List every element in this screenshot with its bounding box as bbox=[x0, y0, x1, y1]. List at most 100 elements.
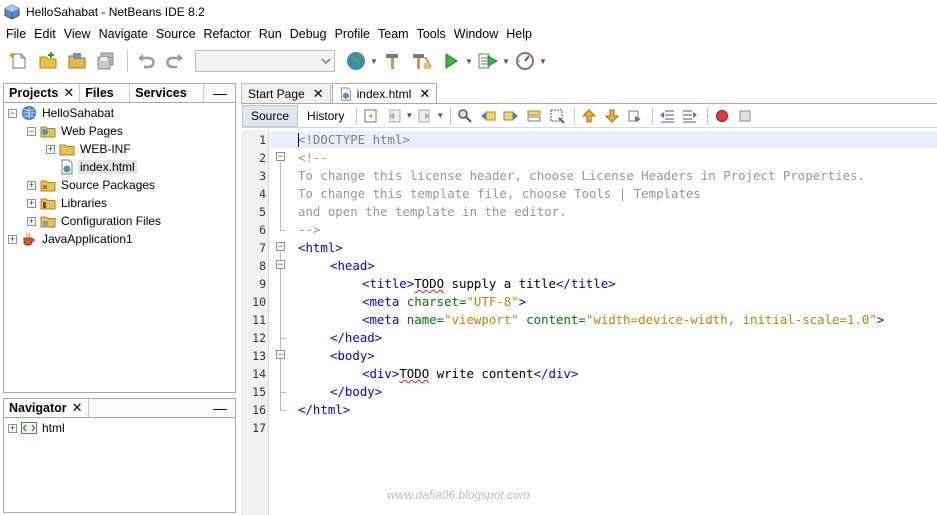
tree-node-javaapplication1[interactable]: + JavaApplication1 bbox=[4, 230, 235, 248]
expand-icon[interactable]: + bbox=[27, 180, 36, 190]
tab-files-label: Files bbox=[85, 86, 114, 100]
rectangular-selection-button[interactable] bbox=[547, 106, 567, 126]
menu-help[interactable]: Help bbox=[502, 24, 536, 44]
tree-node-index-html[interactable]: index.html bbox=[4, 158, 235, 176]
library-folder-icon bbox=[40, 198, 56, 210]
fold-collapse-icon[interactable]: − bbox=[276, 260, 285, 269]
stop-icon bbox=[739, 110, 751, 121]
forward-dropdown-icon[interactable]: ▼ bbox=[436, 111, 444, 120]
menu-source[interactable]: Source bbox=[152, 24, 200, 44]
stop-macro-recording-button[interactable] bbox=[735, 106, 755, 126]
navigator-node-html[interactable]: + html bbox=[4, 419, 235, 437]
shift-right-button[interactable] bbox=[680, 106, 700, 126]
minimize-button[interactable]: — bbox=[205, 399, 235, 417]
tag-token: </title> bbox=[555, 276, 616, 291]
todo-token: TODO bbox=[399, 366, 430, 381]
source-view-button[interactable]: Source bbox=[242, 104, 299, 127]
debug-dropdown-icon[interactable]: ▼ bbox=[502, 57, 510, 66]
collapse-icon[interactable]: − bbox=[27, 126, 36, 136]
window-title: HelloSahabat - NetBeans IDE 8.2 bbox=[26, 5, 205, 19]
save-all-icon bbox=[97, 52, 114, 70]
code-line-8: <head> bbox=[330, 258, 375, 273]
menu-navigate[interactable]: Navigate bbox=[95, 24, 152, 44]
fold-guide bbox=[280, 162, 281, 230]
back-button[interactable] bbox=[384, 106, 404, 126]
browser-button[interactable] bbox=[343, 48, 369, 74]
menu-refactor[interactable]: Refactor bbox=[200, 24, 255, 44]
tree-node-libraries[interactable]: + Libraries bbox=[4, 194, 235, 212]
menu-run[interactable]: Run bbox=[255, 24, 286, 44]
fold-collapse-icon[interactable]: − bbox=[276, 350, 285, 359]
tree-node-source-packages[interactable]: + Source Packages bbox=[4, 176, 235, 194]
line-number: 14 bbox=[252, 367, 266, 381]
tree-node-web-inf[interactable]: + WEB-INF bbox=[4, 140, 235, 158]
line-number: 6 bbox=[259, 223, 266, 237]
tab-index-html[interactable]: index.html ✕ bbox=[331, 83, 438, 103]
expand-icon[interactable]: + bbox=[8, 423, 17, 433]
debug-button[interactable] bbox=[475, 48, 501, 74]
find-selection-button[interactable] bbox=[455, 106, 475, 126]
tree-label: JavaApplication1 bbox=[42, 232, 133, 246]
menu-debug[interactable]: Debug bbox=[286, 24, 331, 44]
build-button[interactable] bbox=[380, 48, 406, 74]
tab-services[interactable]: Services bbox=[130, 84, 205, 102]
menu-file[interactable]: File bbox=[2, 24, 30, 44]
clean-build-button[interactable] bbox=[409, 48, 435, 74]
browser-dropdown-icon[interactable]: ▼ bbox=[370, 57, 378, 66]
tab-navigator[interactable]: Navigator ✕ bbox=[4, 399, 89, 417]
fold-collapse-icon[interactable]: − bbox=[276, 242, 285, 251]
tree-node-configuration-files[interactable]: + Configuration Files bbox=[4, 212, 235, 230]
expand-icon[interactable]: + bbox=[27, 198, 36, 208]
expand-icon[interactable]: + bbox=[46, 144, 55, 154]
new-file-button[interactable] bbox=[6, 48, 32, 74]
menu-tools[interactable]: Tools bbox=[413, 24, 450, 44]
new-project-button[interactable] bbox=[35, 48, 61, 74]
collapse-icon[interactable]: − bbox=[8, 108, 17, 118]
toggle-bookmark-button[interactable] bbox=[625, 106, 645, 126]
last-edit-button[interactable] bbox=[361, 106, 381, 126]
forward-button[interactable] bbox=[415, 106, 435, 126]
configuration-combo[interactable] bbox=[195, 50, 335, 72]
back-dropdown-icon[interactable]: ▼ bbox=[405, 111, 413, 120]
tab-projects[interactable]: Projects ✕ bbox=[4, 84, 81, 102]
close-icon[interactable]: ✕ bbox=[72, 400, 83, 416]
profile-button[interactable] bbox=[512, 48, 538, 74]
tab-start-page[interactable]: Start Page ✕ bbox=[241, 83, 331, 103]
previous-bookmark-button[interactable] bbox=[579, 106, 599, 126]
minimize-button[interactable]: — bbox=[205, 84, 235, 102]
find-previous-icon bbox=[481, 111, 496, 120]
open-project-button[interactable] bbox=[64, 48, 90, 74]
shift-left-button[interactable] bbox=[657, 106, 677, 126]
redo-button[interactable] bbox=[162, 48, 188, 74]
find-next-button[interactable] bbox=[501, 106, 521, 126]
history-view-button[interactable]: History bbox=[299, 105, 352, 127]
menu-view[interactable]: View bbox=[60, 24, 95, 44]
close-icon[interactable]: ✕ bbox=[63, 85, 74, 101]
find-previous-button[interactable] bbox=[478, 106, 498, 126]
html-file-icon bbox=[61, 159, 73, 175]
tree-node-web-pages[interactable]: − Web Pages bbox=[4, 122, 235, 140]
menu-window[interactable]: Window bbox=[450, 24, 502, 44]
close-icon[interactable]: ✕ bbox=[313, 86, 324, 102]
line-number: 12 bbox=[252, 331, 266, 345]
navigator-tree: + html bbox=[4, 418, 235, 437]
start-macro-recording-button[interactable] bbox=[712, 106, 732, 126]
next-bookmark-button[interactable] bbox=[602, 106, 622, 126]
menu-team[interactable]: Team bbox=[374, 24, 413, 44]
save-all-button[interactable] bbox=[93, 48, 119, 74]
run-dropdown-icon[interactable]: ▼ bbox=[465, 57, 473, 66]
expand-icon[interactable]: + bbox=[8, 234, 17, 244]
toggle-highlight-button[interactable] bbox=[524, 106, 544, 126]
tree-node-hellosahabat[interactable]: − HelloSahabat bbox=[4, 104, 235, 122]
profile-dropdown-icon[interactable]: ▼ bbox=[539, 57, 547, 66]
undo-button[interactable] bbox=[133, 48, 159, 74]
shift-right-icon bbox=[683, 110, 698, 122]
menu-profile[interactable]: Profile bbox=[331, 24, 374, 44]
tab-files[interactable]: Files bbox=[80, 84, 131, 102]
fold-collapse-icon[interactable]: − bbox=[276, 152, 285, 161]
menu-edit[interactable]: Edit bbox=[30, 24, 60, 44]
expand-icon[interactable]: + bbox=[27, 216, 36, 226]
doctype-token: <!DOCTYPE html> bbox=[298, 132, 410, 147]
close-icon[interactable]: ✕ bbox=[419, 86, 430, 102]
run-button[interactable] bbox=[438, 48, 464, 74]
